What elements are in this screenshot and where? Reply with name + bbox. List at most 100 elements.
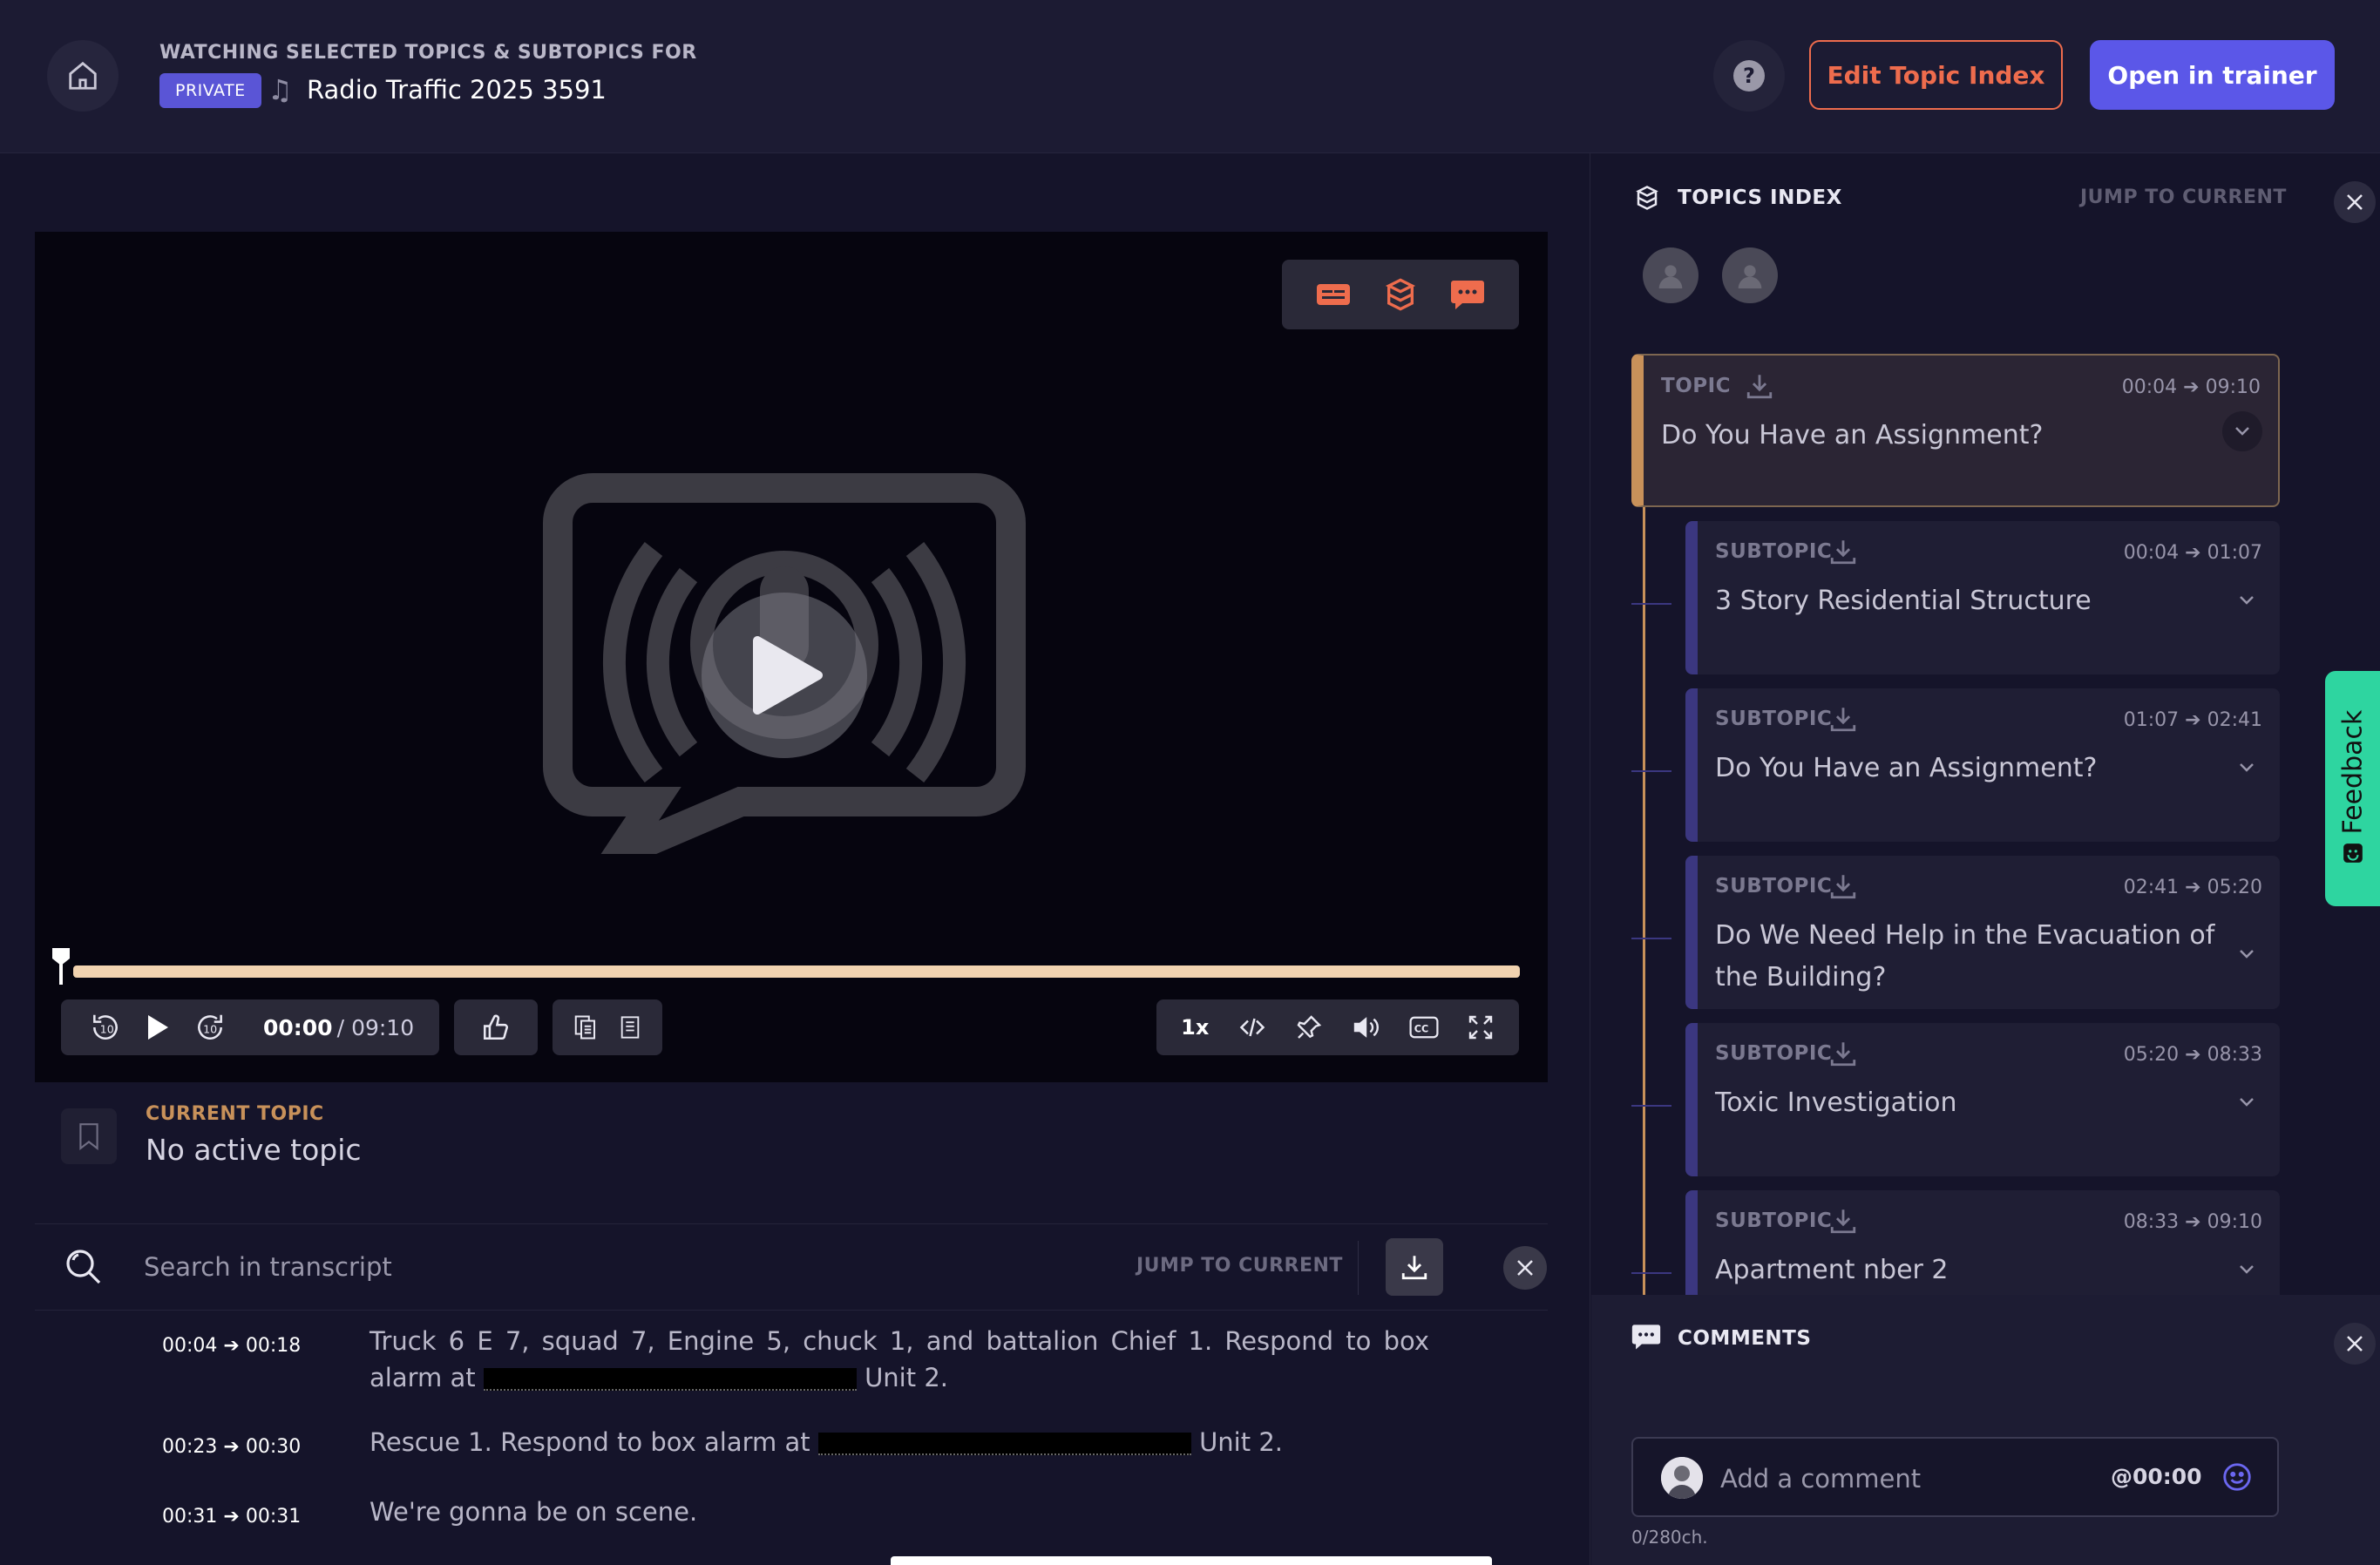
svg-text:10: 10: [100, 1022, 114, 1035]
play-icon[interactable]: [145, 1013, 171, 1042]
comment-input[interactable]: [1719, 1460, 2085, 1498]
comments-icon: [1631, 1324, 1661, 1350]
current-topic-value: No active topic: [146, 1133, 362, 1167]
bottom-scroll-indicator: [891, 1556, 1492, 1565]
playback-speed-button[interactable]: 1x: [1181, 1015, 1209, 1040]
chevron-down-icon[interactable]: [2238, 1096, 2255, 1108]
feedback-tab[interactable]: Feedback: [2325, 671, 2380, 906]
chevron-down-icon[interactable]: [2238, 948, 2255, 960]
chevron-down-icon[interactable]: [2238, 762, 2255, 774]
topics-index-title: TOPICS INDEX: [1678, 186, 1842, 209]
current-topic-label: CURRENT TOPIC: [146, 1103, 324, 1125]
transcript-line-text: Rescue 1. Respond to box alarm at Unit 2…: [370, 1427, 1283, 1457]
svg-text:CC: CC: [1414, 1024, 1427, 1035]
comments-toggle-icon[interactable]: [1450, 279, 1485, 310]
tree-connector: [1631, 603, 1671, 605]
like-button[interactable]: [454, 999, 538, 1055]
help-icon: ?: [1733, 60, 1765, 91]
subtopic-card[interactable]: SUBTOPIC 05:20 ➔ 08:33 Toxic Investigati…: [1631, 1023, 2280, 1176]
bookmark-button[interactable]: [61, 1108, 117, 1164]
tree-line: [1643, 437, 1645, 1295]
close-icon: [2347, 1336, 2363, 1352]
transcript-line-time[interactable]: 00:04 ➔ 00:18: [162, 1335, 301, 1357]
scrub-handle[interactable]: [51, 946, 71, 985]
pin-icon[interactable]: [1295, 1013, 1323, 1041]
document-icon[interactable]: [618, 1013, 642, 1042]
transcript-toggle-icon[interactable]: [1316, 281, 1351, 308]
download-icon[interactable]: [1828, 1039, 1858, 1068]
embed-code-icon[interactable]: [1237, 1014, 1267, 1040]
transcript-line-text: Truck 6 E 7, squad 7, Engine 5, chuck 1,…: [370, 1326, 1429, 1392]
current-time: 00:00 / 09:10: [263, 1014, 415, 1040]
divider: [1358, 1241, 1359, 1295]
svg-text:10: 10: [203, 1022, 217, 1035]
redacted-text: [817, 1433, 1191, 1455]
transcript-line-time[interactable]: 00:23 ➔ 00:30: [162, 1436, 301, 1458]
subtopic-card[interactable]: SUBTOPIC 02:41 ➔ 05:20 Do We Need Help i…: [1631, 856, 2280, 1009]
download-icon[interactable]: [1828, 1206, 1858, 1236]
redacted-text: [483, 1368, 857, 1391]
close-topics-button[interactable]: [2334, 181, 2376, 223]
subtopic-time-range: 05:20 ➔ 08:33: [2123, 1044, 2262, 1066]
volume-icon[interactable]: [1351, 1013, 1380, 1041]
download-icon[interactable]: [1828, 871, 1858, 901]
download-icon: [1401, 1256, 1427, 1280]
topics-icon: [1636, 186, 1658, 210]
subtopic-card[interactable]: SUBTOPIC 08:33 ➔ 09:10 Apartment nber 2: [1631, 1190, 2280, 1295]
subtopic-time-range: 08:33 ➔ 09:10: [2123, 1211, 2262, 1233]
progress-track[interactable]: [73, 965, 1520, 978]
tree-connector: [1631, 770, 1671, 772]
transcript-line-text: We're gonna be on scene.: [370, 1497, 698, 1527]
jump-to-current-topic[interactable]: JUMP TO CURRENT: [2080, 186, 2287, 208]
feedback-smiley-icon: [2343, 843, 2363, 863]
help-button[interactable]: ?: [1713, 40, 1785, 112]
jump-to-current-transcript[interactable]: JUMP TO CURRENT: [1136, 1255, 1343, 1277]
player-settings-controls: 1x CC: [1156, 999, 1519, 1055]
fullscreen-icon[interactable]: [1467, 1013, 1495, 1041]
transcript-line-time[interactable]: 00:31 ➔ 00:31: [162, 1506, 301, 1528]
download-icon[interactable]: [1828, 704, 1858, 734]
open-in-trainer-button[interactable]: Open in trainer: [2090, 40, 2335, 110]
subtopic-time-range: 02:41 ➔ 05:20: [2123, 877, 2262, 898]
topics-toggle-icon[interactable]: [1383, 277, 1418, 312]
edit-topic-index-button[interactable]: Edit Topic Index: [1809, 40, 2063, 110]
close-icon: [1517, 1260, 1533, 1276]
chevron-down-icon[interactable]: [2238, 1264, 2255, 1276]
user-photo-icon: [1661, 1457, 1703, 1499]
transcript-search-input[interactable]: [142, 1248, 1014, 1286]
subtopic-card[interactable]: SUBTOPIC 01:07 ➔ 02:41 Do You Have an As…: [1631, 688, 2280, 842]
close-comments-button[interactable]: [2334, 1323, 2376, 1365]
copy-document-icon[interactable]: [573, 1013, 599, 1042]
topic-card[interactable]: TOPIC 00:04 ➔ 09:10 Do You Have an Assig…: [1631, 354, 2280, 507]
playback-controls: 10 10 00:00 / 09:10: [61, 999, 439, 1055]
tree-connector: [1631, 938, 1671, 939]
avatar: [1661, 1457, 1703, 1499]
tree-connector: [1631, 1105, 1671, 1107]
download-icon[interactable]: [1828, 537, 1858, 566]
close-icon: [2347, 194, 2363, 210]
private-badge: PRIVATE: [159, 73, 261, 108]
subtopic-time-range: 01:07 ➔ 02:41: [2123, 709, 2262, 731]
forward-10-icon[interactable]: 10: [193, 1011, 227, 1044]
feedback-label: Feedback: [2337, 709, 2369, 835]
subtopic-card[interactable]: SUBTOPIC 00:04 ➔ 01:07 3 Story Residenti…: [1631, 521, 2280, 674]
watching-label: WATCHING SELECTED TOPICS & SUBTOPICS FOR: [159, 42, 697, 64]
closed-captions-icon[interactable]: CC: [1408, 1015, 1439, 1040]
big-play-button[interactable]: [702, 593, 867, 758]
topics-list: TOPIC 00:04 ➔ 09:10 Do You Have an Assig…: [1631, 354, 2282, 1295]
expand-button[interactable]: [2222, 411, 2262, 451]
avatar[interactable]: [1643, 247, 1699, 303]
play-icon: [753, 636, 823, 715]
download-transcript-button[interactable]: [1386, 1238, 1443, 1296]
download-icon[interactable]: [1745, 371, 1774, 401]
rewind-10-icon[interactable]: 10: [89, 1011, 122, 1044]
emoji-icon[interactable]: [2221, 1460, 2254, 1494]
close-transcript-button[interactable]: [1503, 1246, 1547, 1290]
music-note-icon: ♫: [268, 73, 293, 106]
home-button[interactable]: [47, 40, 119, 112]
chevron-down-icon[interactable]: [2238, 594, 2255, 606]
search-icon: [66, 1250, 101, 1284]
thumbs-up-icon: [483, 1014, 509, 1040]
avatar[interactable]: [1722, 247, 1778, 303]
comment-timestamp[interactable]: @00:00: [2111, 1464, 2202, 1489]
